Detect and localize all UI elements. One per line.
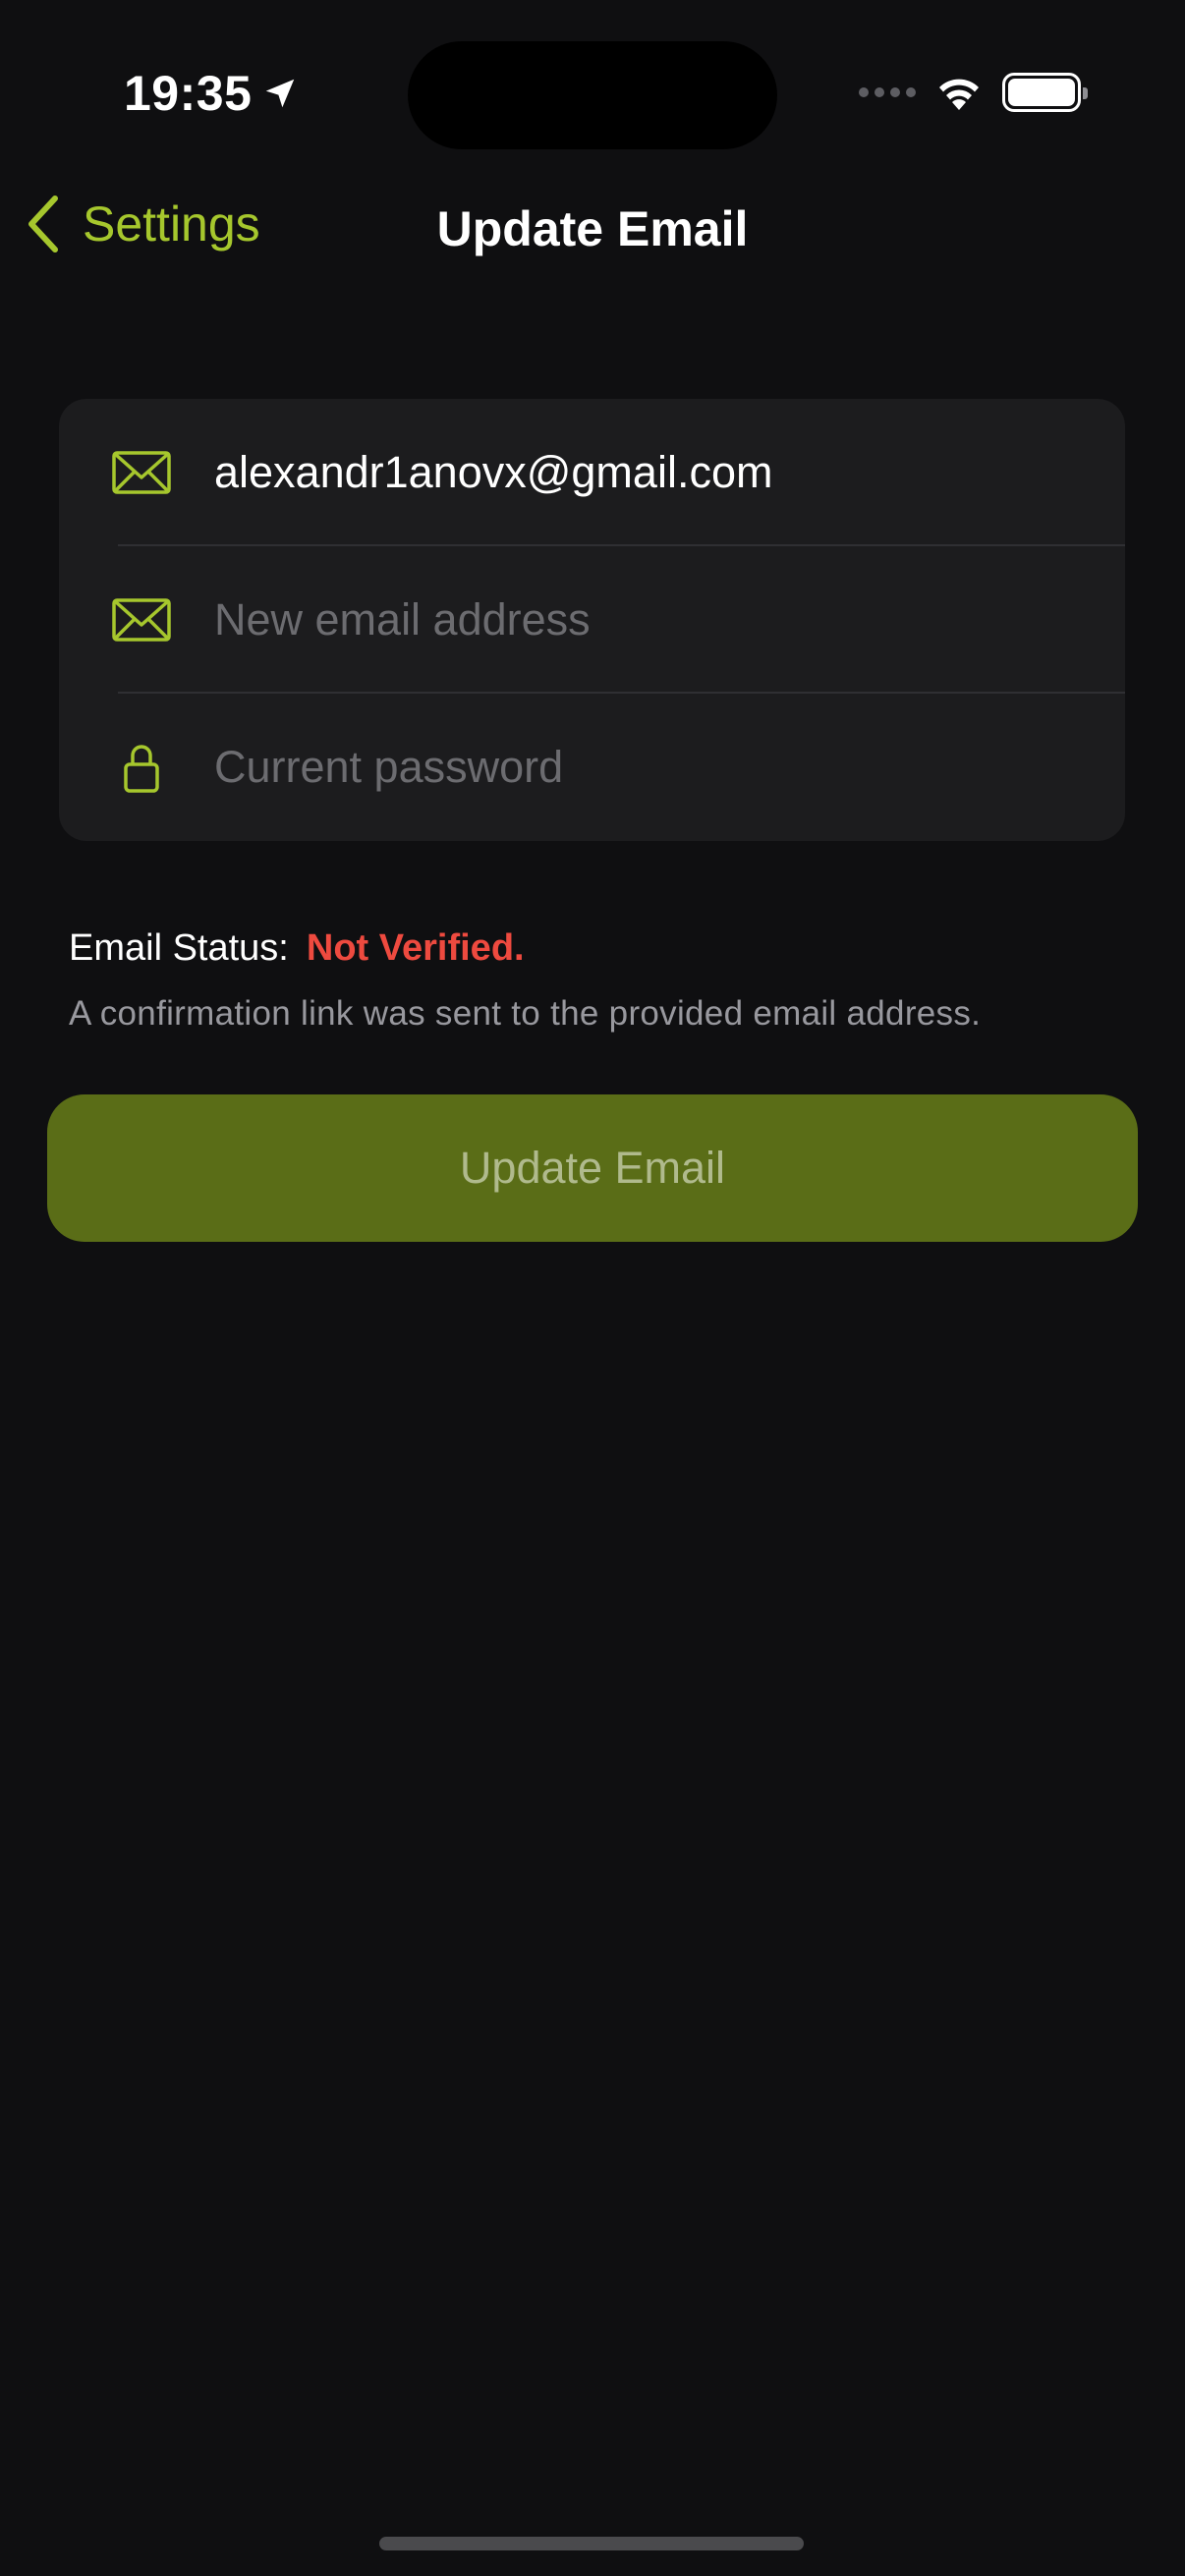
envelope-icon [112, 598, 171, 642]
email-status-value: Not Verified. [306, 927, 525, 969]
dynamic-island [408, 41, 777, 149]
current-email-row [59, 399, 1125, 546]
email-status: Email Status: Not Verified. [69, 927, 525, 970]
lock-icon [112, 742, 171, 793]
status-time-label: 19:35 [124, 66, 253, 121]
update-email-screen: 19:35 Settings Update Email alexandr1ano… [0, 0, 1185, 2576]
update-email-button[interactable]: Update Email [47, 1094, 1138, 1242]
email-form-card [59, 399, 1125, 841]
page-title: Update Email [436, 201, 749, 256]
wifi-icon [939, 79, 979, 110]
email-status-note: A confirmation link was sent to the prov… [69, 994, 982, 1033]
current-email-field[interactable] [214, 399, 1125, 546]
email-status-label: Email Status: [69, 927, 289, 969]
new-email-row [59, 546, 1125, 694]
password-row [59, 694, 1125, 841]
location-arrow-icon [266, 79, 295, 108]
home-indicator[interactable] [379, 2537, 804, 2550]
status-bar-time: 19:35 [124, 65, 299, 122]
status-bar-indicators [859, 73, 1088, 112]
current-password-input[interactable] [214, 694, 1125, 841]
envelope-icon [112, 451, 171, 494]
new-email-input[interactable] [214, 546, 1125, 694]
battery-icon [1002, 73, 1088, 112]
cellular-signal-icon [859, 87, 916, 97]
